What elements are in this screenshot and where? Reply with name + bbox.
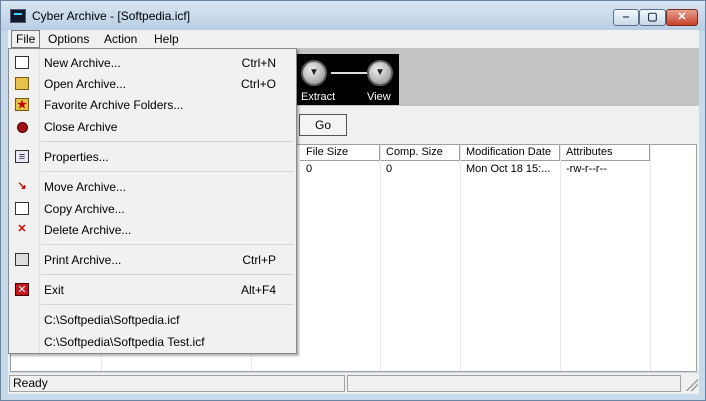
menu-item-shortcut: Ctrl+N	[241, 56, 276, 70]
menu-item-label: C:\Softpedia\Softpedia Test.icf	[44, 335, 205, 349]
cell-attributes: -rw-r--r--	[566, 163, 607, 175]
menu-separator	[41, 304, 293, 305]
menu-item-delete-archive[interactable]: ✕ Delete Archive...	[9, 220, 296, 240]
menu-item-label: Open Archive...	[44, 77, 127, 91]
cell-modified: Mon Oct 18 15:...	[466, 163, 551, 175]
resize-grip[interactable]	[684, 377, 698, 391]
extract-button[interactable]: ▼	[301, 60, 327, 86]
extract-label: Extract	[301, 91, 336, 103]
grid-line	[650, 145, 651, 371]
menu-item-recent-file[interactable]: C:\Softpedia\Softpedia Test.icf	[9, 332, 296, 352]
menu-item-label: Exit	[44, 283, 65, 297]
view-button[interactable]: ▼	[367, 60, 393, 86]
column-header-file-size[interactable]: File Size	[300, 145, 380, 161]
menu-item-label: Copy Archive...	[44, 202, 125, 216]
move-arrow-icon: ↘	[17, 180, 27, 192]
column-header-attributes[interactable]: Attributes	[560, 145, 650, 161]
menu-item-label: New Archive...	[44, 56, 121, 70]
menu-help[interactable]: Help	[154, 32, 179, 46]
copy-icon	[15, 202, 29, 215]
menu-separator	[41, 141, 293, 142]
app-window: Cyber Archive - [Softpedia.icf] ‒ ▢ ✕ Fi…	[0, 0, 706, 401]
exit-icon: ✕	[15, 283, 29, 296]
cell-file-size: 0	[306, 163, 313, 175]
favorite-folder-icon: ★	[15, 98, 29, 111]
menu-item-label: Properties...	[44, 150, 109, 164]
column-header-modification-date[interactable]: Modification Date	[460, 145, 560, 161]
menu-item-print-archive[interactable]: Print Archive... Ctrl+P	[9, 250, 296, 270]
menu-item-properties[interactable]: ≡ Properties...	[9, 147, 296, 167]
maximize-button[interactable]: ▢	[639, 9, 666, 26]
title-bar[interactable]: Cyber Archive - [Softpedia.icf] ‒ ▢ ✕	[1, 1, 705, 31]
go-button[interactable]: Go	[299, 114, 347, 136]
app-icon[interactable]	[10, 9, 26, 23]
view-label: View	[367, 91, 391, 103]
menu-item-open-archive[interactable]: Open Archive... Ctrl+O	[9, 74, 296, 94]
menu-item-shortcut: Alt+F4	[240, 283, 276, 297]
menu-item-label: Favorite Archive Folders...	[44, 98, 184, 112]
new-document-icon	[15, 56, 29, 69]
menu-item-shortcut: Ctrl+P	[242, 253, 276, 267]
window-title: Cyber Archive - [Softpedia.icf]	[32, 9, 191, 23]
printer-icon	[15, 253, 29, 266]
menu-item-label: Print Archive...	[44, 253, 122, 267]
status-text: Ready	[9, 375, 345, 392]
minimize-button[interactable]: ‒	[613, 9, 639, 26]
toolbar-action-group: ▼ ▼ Extract View	[295, 54, 399, 105]
menu-item-copy-archive[interactable]: Copy Archive...	[9, 199, 296, 219]
grid-line	[460, 145, 461, 371]
toolbar-connector	[331, 72, 367, 74]
status-bar: Ready	[8, 373, 699, 394]
menu-item-exit[interactable]: ✕ Exit Alt+F4	[9, 280, 296, 300]
menu-separator	[41, 274, 293, 275]
close-archive-icon	[17, 122, 28, 133]
menu-item-recent-file[interactable]: C:\Softpedia\Softpedia.icf	[9, 310, 296, 330]
menu-item-new-archive[interactable]: New Archive... Ctrl+N	[9, 53, 296, 73]
status-pane-secondary	[347, 375, 681, 392]
cell-comp-size: 0	[386, 163, 393, 175]
grid-line	[560, 145, 561, 371]
menu-item-label: C:\Softpedia\Softpedia.icf	[44, 313, 180, 327]
menu-options[interactable]: Options	[48, 32, 89, 46]
delete-x-icon: ✕	[17, 223, 27, 235]
menu-item-label: Delete Archive...	[44, 223, 132, 237]
grid-line	[380, 145, 381, 371]
menu-item-close-archive[interactable]: Close Archive	[9, 117, 296, 137]
menu-item-favorite-folders[interactable]: ★ Favorite Archive Folders...	[9, 95, 296, 115]
menu-file[interactable]: File	[11, 30, 41, 48]
menu-action[interactable]: Action	[104, 32, 137, 46]
menu-bar: File Options Action Help	[8, 30, 699, 48]
menu-item-label: Close Archive	[44, 120, 118, 134]
close-button[interactable]: ✕	[666, 9, 698, 26]
menu-item-move-archive[interactable]: ↘ Move Archive...	[9, 177, 296, 197]
open-folder-icon	[15, 77, 29, 90]
column-header-comp-size[interactable]: Comp. Size	[380, 145, 460, 161]
file-menu-dropdown: New Archive... Ctrl+N Open Archive... Ct…	[8, 48, 297, 354]
menu-item-shortcut: Ctrl+O	[240, 77, 276, 91]
menu-separator	[41, 244, 293, 245]
menu-item-label: Move Archive...	[44, 180, 127, 194]
menu-separator	[41, 171, 293, 172]
properties-icon: ≡	[15, 150, 29, 163]
